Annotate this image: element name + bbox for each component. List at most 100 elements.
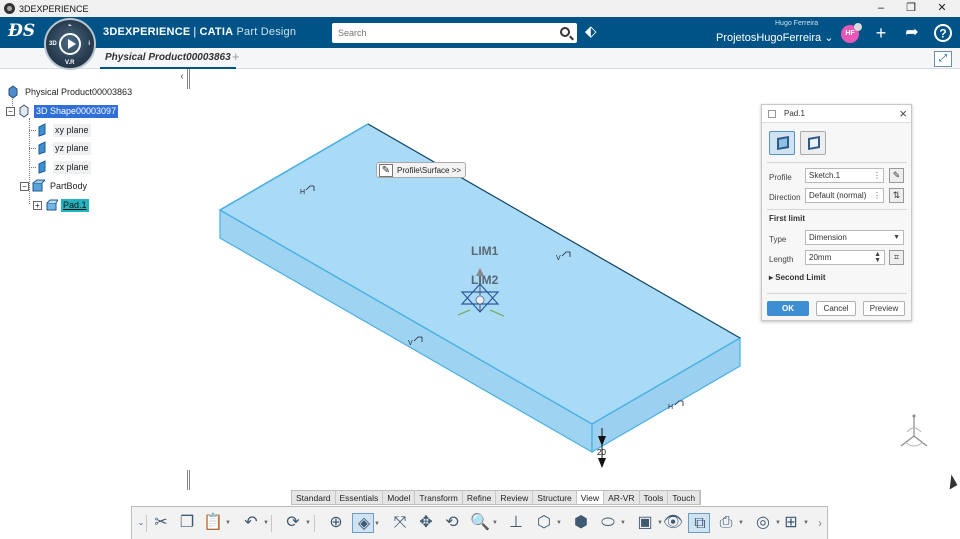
section-tab-essentials[interactable]: Essentials <box>336 491 384 504</box>
collapse-expander-icon[interactable]: − <box>6 106 15 116</box>
zx-plane-label: zx plane <box>53 160 91 174</box>
spinner-icon[interactable]: ▲ ▼ <box>874 251 881 264</box>
cancel-button[interactable]: Cancel <box>816 301 856 316</box>
copy-icon[interactable]: ❐ <box>176 513 198 533</box>
brand-main: 3DEXPERIENCE <box>103 26 191 38</box>
search-input[interactable] <box>332 23 547 43</box>
brand-catia: CATIA <box>199 26 234 38</box>
expand-expander-icon[interactable]: + <box>33 200 42 210</box>
paste-icon[interactable]: 📋 ▼ <box>202 513 231 533</box>
profile-field[interactable]: Sketch.1 ⋮ <box>805 168 884 183</box>
section-tab-review[interactable]: Review <box>496 491 534 504</box>
pad-label: Pad.1 <box>61 198 89 212</box>
section-tab-touch[interactable]: Touch <box>668 491 701 504</box>
tree-zx-plane[interactable]: zx plane <box>36 160 91 174</box>
measure-length-icon[interactable]: ⌗ <box>889 250 904 265</box>
add-icon[interactable]: + <box>871 23 891 43</box>
ok-button[interactable]: OK <box>767 301 809 316</box>
preview-button[interactable]: Preview <box>863 301 905 316</box>
search-icon[interactable] <box>560 27 570 37</box>
tab-physical-product[interactable]: Physical Product00003863 <box>100 48 236 69</box>
iso-view-icon[interactable]: ⬡ ▼ <box>533 513 562 533</box>
section-tab-model[interactable]: Model <box>383 491 416 504</box>
chevron-down-icon: ⌄ <box>824 32 834 44</box>
maximize-viewer-icon[interactable]: ⤢ <box>934 51 952 67</box>
help-icon[interactable]: ? <box>933 23 953 43</box>
tree-xy-plane[interactable]: xy plane <box>36 123 91 137</box>
zoom-icon[interactable]: 🔍 ▼ <box>469 513 498 533</box>
tree-partbody[interactable]: − PartBody <box>20 179 89 193</box>
section-tab-transform[interactable]: Transform <box>415 491 463 504</box>
minimize-button[interactable]: – <box>866 0 896 17</box>
search-box[interactable] <box>332 23 577 43</box>
update-icon[interactable]: ⟳ ▼ <box>282 513 311 533</box>
more-tools-icon[interactable]: › <box>815 513 825 533</box>
restore-button[interactable]: ❐ <box>896 0 926 17</box>
hide-show-icon[interactable]: 👁 <box>662 513 684 533</box>
close-icon[interactable]: × <box>899 106 907 121</box>
user-name: Hugo Ferreira <box>775 20 819 27</box>
normal-view-icon[interactable]: ⊥ <box>505 513 527 533</box>
dialog-header: Pad.1 × <box>762 105 911 123</box>
collab-space-selector[interactable]: ProjetosHugoFerreira ⌄ <box>716 31 833 44</box>
brand-title: 3DEXPERIENCE | CATIA Part Design <box>103 26 296 38</box>
bottom-splitter[interactable] <box>187 470 190 490</box>
action-bar-sections: Standard Essentials Model Transform Refi… <box>291 490 702 505</box>
tree-3d-shape[interactable]: − 3D Shape00003097 <box>6 104 119 118</box>
close-window-button[interactable]: ✕ <box>927 0 957 17</box>
layout-icon[interactable]: ⊞ ▼ <box>780 513 809 533</box>
collapse-expander-icon[interactable]: − <box>20 181 29 191</box>
constraint-h-1: H <box>300 189 305 196</box>
3d-compass-icon[interactable] <box>891 410 937 454</box>
add-tab-button[interactable]: + <box>232 49 240 64</box>
type-select[interactable]: Dimension ▼ <box>805 230 904 245</box>
fit-all-icon[interactable]: ⤧ <box>389 513 411 533</box>
profile-tooltip[interactable]: ✎ Profile\Surface >> <box>376 162 467 178</box>
measure-icon[interactable]: ◎ ▼ <box>752 513 781 533</box>
direction-value: Default (normal) <box>809 191 867 200</box>
pocket-mode-button[interactable] <box>800 131 826 155</box>
tree-pad[interactable]: + Pad.1 <box>33 198 89 212</box>
constraint-h-2: H <box>668 404 673 411</box>
pad-mode-button[interactable] <box>769 131 795 155</box>
section-tab-standard[interactable]: Standard <box>292 491 336 504</box>
section-tab-refine[interactable]: Refine <box>463 491 497 504</box>
cut-icon[interactable]: ✂ <box>150 513 172 533</box>
tree-yz-plane[interactable]: yz plane <box>36 141 91 155</box>
pan-icon[interactable]: ✥ <box>415 513 437 533</box>
physical-product-icon <box>6 85 20 99</box>
type-label: Type <box>769 235 787 244</box>
section-tab-structure[interactable]: Structure <box>533 491 577 504</box>
section-tab-view[interactable]: View <box>576 491 605 504</box>
document-tab-bar: Physical Product00003863 + <box>0 48 960 69</box>
section-tab-ar-vr[interactable]: AR-VR <box>604 491 640 504</box>
zoom-area-icon[interactable]: ⊕ <box>325 513 347 533</box>
chevron-down-icon: ▼ <box>893 234 900 241</box>
rotate-icon[interactable]: ⟲ <box>441 513 463 533</box>
length-input[interactable]: 20mm ▲ ▼ <box>805 250 885 265</box>
more-options-icon[interactable]: ⋮ <box>873 189 881 202</box>
section-tab-tools[interactable]: Tools <box>640 491 669 504</box>
direction-field[interactable]: Default (normal) ⋮ <box>805 188 884 203</box>
undo-icon[interactable]: ↶ ▼ <box>240 513 269 533</box>
capture-icon[interactable]: ⎙ ▼ <box>715 513 744 533</box>
tag-icon[interactable]: ⬖ <box>585 24 601 40</box>
play-icon[interactable] <box>59 33 81 55</box>
action-bar-collapse-icon[interactable]: ⌄ <box>137 513 145 533</box>
tree-root[interactable]: Physical Product00003863 <box>6 85 134 99</box>
dassault-logo-icon[interactable]: ƉS <box>8 21 38 43</box>
render-mode-icon[interactable]: ◈ ▼ <box>352 513 380 533</box>
shading-icon[interactable]: ⬢ <box>570 513 592 533</box>
compass-icon[interactable]: ⌁ 3D i V.R <box>44 18 96 70</box>
second-limit-toggle[interactable]: ▸ Second Limit <box>769 273 825 282</box>
share-icon[interactable]: ➦ <box>902 23 922 43</box>
reverse-direction-icon[interactable]: ⇅ <box>889 188 904 203</box>
swap-visible-icon[interactable]: ⧉ <box>688 513 710 533</box>
more-options-icon[interactable]: ⋮ <box>873 169 881 182</box>
constraint-v-1: V <box>556 255 561 262</box>
3d-shape-icon <box>17 104 31 118</box>
cylinder-icon[interactable]: ⬭ ▼ <box>597 513 626 533</box>
type-value: Dimension <box>809 233 847 242</box>
display-options-icon[interactable]: ▣ ▼ <box>634 513 663 533</box>
edit-sketch-icon[interactable]: ✎ <box>889 168 904 183</box>
